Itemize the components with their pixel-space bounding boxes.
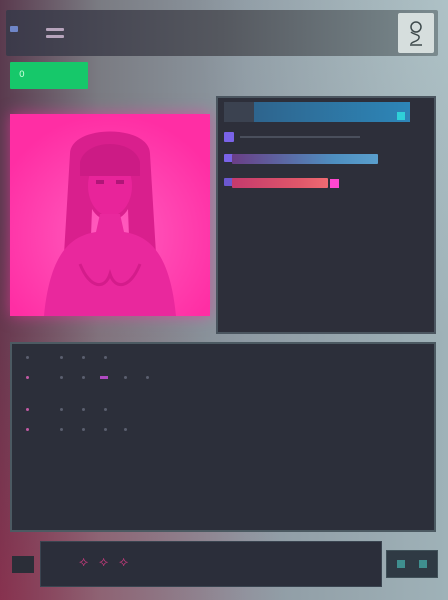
- list-dot: [82, 356, 85, 359]
- list-dot: [82, 428, 85, 431]
- portrait-image-panel[interactable]: [10, 114, 210, 316]
- list-dot: [124, 428, 127, 431]
- list-dot: [124, 376, 127, 379]
- portrait-image: [10, 114, 210, 316]
- progress-bar-red[interactable]: [232, 178, 328, 188]
- hamburger-menu-icon[interactable]: [46, 28, 64, 42]
- list-dot: [60, 376, 63, 379]
- profile-button[interactable]: [398, 13, 434, 53]
- footer-bar: ⟡ ⟡ ⟡: [40, 541, 382, 587]
- spark-icon[interactable]: ⟡: [99, 554, 108, 570]
- list-dot: [26, 428, 29, 431]
- control-square[interactable]: [397, 560, 405, 568]
- menu-line: [46, 35, 64, 38]
- list-dot: [104, 356, 107, 359]
- list-dot: [26, 376, 29, 379]
- details-panel: [216, 96, 436, 334]
- list-dot: [82, 408, 85, 411]
- status-badge[interactable]: 0: [10, 62, 88, 89]
- menu-line: [46, 28, 64, 31]
- list-dot: [26, 356, 29, 359]
- list-dot: [60, 356, 63, 359]
- list-highlight[interactable]: [100, 376, 108, 379]
- list-dot: [60, 408, 63, 411]
- control-square[interactable]: [419, 560, 427, 568]
- spark-icon[interactable]: ⟡: [79, 554, 88, 570]
- panel-header-tab: [224, 102, 254, 122]
- row-text-line: [240, 136, 360, 138]
- status-indicator: [10, 26, 18, 32]
- progress-bar-blue[interactable]: [232, 154, 378, 164]
- panel-indicator: [397, 112, 405, 120]
- list-dot: [146, 376, 149, 379]
- footer-square-button[interactable]: [12, 556, 34, 573]
- content-panel: [10, 342, 436, 532]
- list-dot: [26, 408, 29, 411]
- top-app-bar: [6, 10, 438, 56]
- profile-sketch-icon: [410, 21, 422, 46]
- row-icon: [224, 132, 234, 142]
- list-dot: [104, 408, 107, 411]
- list-dot: [104, 428, 107, 431]
- list-dot: [82, 376, 85, 379]
- panel-header-bar[interactable]: [224, 102, 410, 122]
- footer-controls[interactable]: [386, 550, 438, 578]
- progress-marker: [330, 179, 339, 188]
- list-dot: [60, 428, 63, 431]
- spark-icon[interactable]: ⟡: [119, 554, 128, 570]
